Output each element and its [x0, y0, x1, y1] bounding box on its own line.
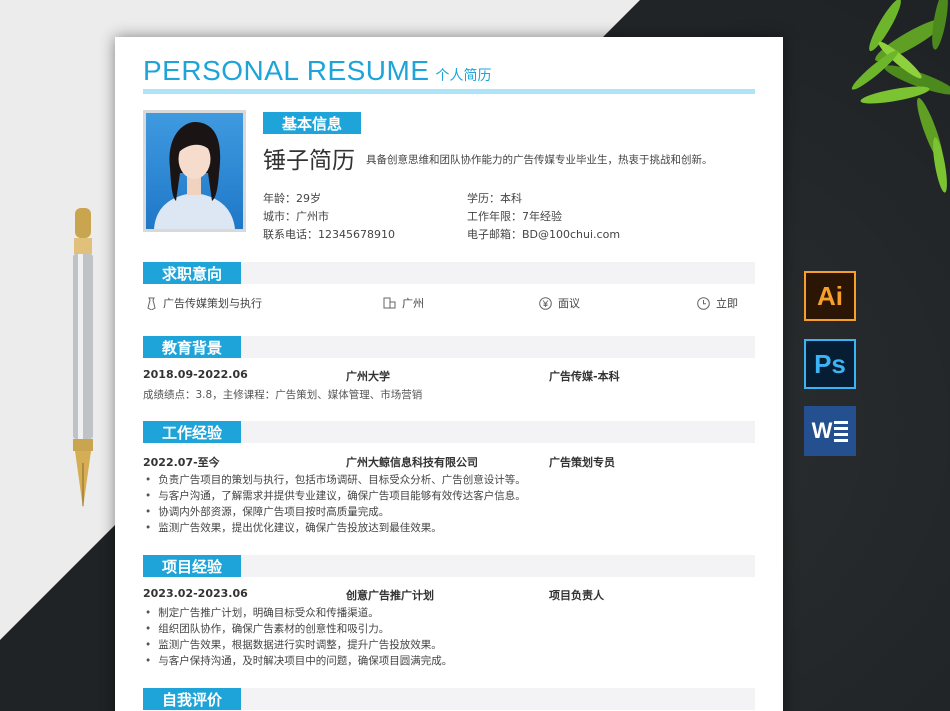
- education-detail: 成绩绩点：3.8，主修课程：广告策划、媒体管理、市场营销: [143, 389, 423, 401]
- info-email: 电子邮箱：BD@100chui.com: [467, 228, 621, 241]
- intent-availability: 立即: [697, 295, 738, 311]
- resume-paper: PERSONAL RESUME 个人简历 基本信息 锤子简历 具备创意思维和团队…: [115, 37, 783, 711]
- work-bullet: 与客户沟通，了解需求并提供专业建议，确保广告项目能够有效传达客户信息。: [145, 488, 526, 503]
- info-work-years: 工作年限：7年经验: [467, 210, 562, 223]
- project-bullet: 与客户保持沟通，及时解决项目中的问题，确保项目圆满完成。: [145, 653, 452, 668]
- word-icon-lines: [834, 420, 849, 442]
- clock-icon: [697, 296, 710, 310]
- pen-decoration: [73, 208, 93, 508]
- section-intent-label: 求职意向: [143, 262, 241, 284]
- project-name: 创意广告推广计划: [346, 589, 434, 602]
- tie-icon: [147, 297, 156, 310]
- intent-city-text: 广州: [402, 297, 424, 310]
- person-avatar-icon: [154, 121, 235, 229]
- section-self: 自我评价: [143, 688, 755, 710]
- section-self-label: 自我评价: [143, 688, 241, 710]
- work-company: 广州大鲸信息科技有限公司: [346, 456, 478, 469]
- candidate-name: 锤子简历: [263, 148, 355, 174]
- basic-info-label: 基本信息: [263, 112, 361, 134]
- work-bullet: 协调内外部资源，保障广告项目按时高质量完成。: [145, 504, 389, 519]
- illustrator-icon: Ai: [804, 271, 856, 321]
- work-period: 2022.07-至今: [143, 456, 220, 469]
- info-education: 学历：本科: [467, 192, 522, 205]
- intent-city: 广州: [383, 295, 424, 311]
- project-role: 项目负责人: [549, 589, 604, 602]
- project-bullet: 监测广告效果，根据数据进行实时调整，提升广告投放效果。: [145, 637, 442, 652]
- section-project: 项目经验: [143, 555, 755, 577]
- resume-title: PERSONAL RESUME: [143, 55, 430, 86]
- intent-availability-text: 立即: [716, 297, 738, 310]
- info-age: 年龄：29岁: [263, 192, 321, 205]
- header-divider: [143, 89, 755, 94]
- education-major: 广告传媒-本科: [549, 370, 620, 383]
- info-city: 城市：广州市: [263, 210, 329, 223]
- yen-icon: [539, 296, 552, 310]
- project-bullet: 制定广告推广计划，明确目标受众和传播渠道。: [145, 605, 379, 620]
- word-icon-letter: W: [811, 418, 833, 443]
- word-icon: W: [804, 406, 856, 456]
- section-intent: 求职意向: [143, 262, 755, 284]
- plant-decoration: [851, 0, 950, 193]
- profile-photo: [143, 110, 246, 232]
- building-icon: [383, 297, 396, 309]
- info-phone: 联系电话：12345678910: [263, 228, 395, 241]
- project-period: 2023.02-2023.06: [143, 587, 248, 600]
- section-project-label: 项目经验: [143, 555, 241, 577]
- section-education-label: 教育背景: [143, 336, 241, 358]
- work-bullet: 负责广告项目的策划与执行，包括市场调研、目标受众分析、广告创意设计等。: [145, 472, 526, 487]
- intent-salary: 面议: [539, 295, 580, 311]
- work-bullet: 监测广告效果，提出优化建议，确保广告投放达到最佳效果。: [145, 520, 442, 535]
- section-education: 教育背景: [143, 336, 755, 358]
- work-role: 广告策划专员: [549, 456, 615, 469]
- section-work: 工作经验: [143, 421, 755, 443]
- education-period: 2018.09-2022.06: [143, 368, 248, 381]
- education-school: 广州大学: [346, 370, 390, 383]
- project-bullet: 组织团队协作，确保广告素材的创意性和吸引力。: [145, 621, 389, 636]
- intent-position: 广告传媒策划与执行: [146, 295, 262, 311]
- photoshop-icon: Ps: [804, 339, 856, 389]
- candidate-tagline: 具备创意思维和团队协作能力的广告传媒专业毕业生，热衷于挑战和创新。: [366, 154, 713, 166]
- intent-salary-text: 面议: [558, 297, 580, 310]
- section-work-label: 工作经验: [143, 421, 241, 443]
- resume-subtitle: 个人简历: [435, 68, 492, 84]
- intent-position-text: 广告传媒策划与执行: [163, 297, 262, 310]
- resume-header: PERSONAL RESUME 个人简历: [143, 55, 492, 87]
